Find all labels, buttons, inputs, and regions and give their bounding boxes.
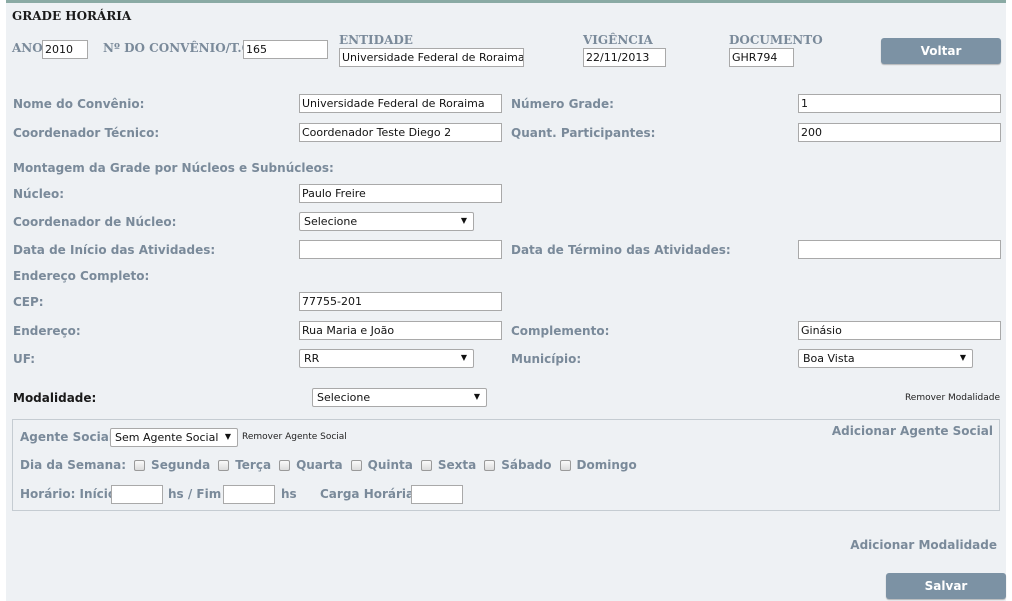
horario-inicio-input[interactable] <box>111 485 163 504</box>
numero-grade-label: Número Grade: <box>511 97 614 111</box>
quant-participantes-label: Quant. Participantes: <box>511 126 656 140</box>
day-sabado[interactable]: Sábado <box>484 458 552 472</box>
coordenador-nucleo-value: Selecione <box>304 215 358 228</box>
checkbox[interactable] <box>420 459 432 471</box>
data-inicio-input[interactable] <box>299 240 502 259</box>
chevron-down-icon: ▼ <box>460 353 467 362</box>
chevron-down-icon: ▼ <box>473 392 480 401</box>
numero-grade-input[interactable]: 1 <box>798 94 1001 113</box>
dia-semana-label: Dia da Semana: <box>20 458 127 472</box>
entidade-input[interactable]: Universidade Federal de Roraima <box>339 48 524 67</box>
chevron-down-icon: ▼ <box>959 353 966 362</box>
remover-agente-social-link[interactable]: Remover Agente Social <box>242 432 347 442</box>
horario-fim-input[interactable] <box>223 485 275 504</box>
nucleo-label: Núcleo: <box>13 187 64 201</box>
data-termino-input[interactable] <box>798 240 1001 259</box>
municipio-value: Boa Vista <box>803 352 855 365</box>
carga-horaria-input[interactable] <box>411 485 463 504</box>
checkbox[interactable] <box>134 459 146 471</box>
day-quarta[interactable]: Quarta <box>279 458 343 472</box>
checkbox[interactable] <box>484 459 496 471</box>
complemento-label: Complemento: <box>511 324 610 338</box>
vigencia-label: VIGÊNCIA <box>583 33 653 47</box>
endereco-label: Endereço: <box>13 324 81 338</box>
quant-participantes-input[interactable]: 200 <box>798 123 1001 142</box>
entidade-label: ENTIDADE <box>339 33 413 47</box>
remover-modalidade-link[interactable]: Remover Modalidade <box>905 393 1000 403</box>
horario-inicio-label: Horário: Início <box>20 487 117 501</box>
modalidade-value: Selecione <box>317 391 371 404</box>
municipio-select[interactable]: Boa Vista ▼ <box>798 349 973 368</box>
page-title: GRADE HORÁRIA <box>12 9 132 23</box>
ano-input[interactable]: 2010 <box>42 40 88 59</box>
voltar-button[interactable]: Voltar <box>881 38 1001 64</box>
hs-fim-label: hs / Fim <box>168 487 222 501</box>
adicionar-agente-social-link[interactable]: Adicionar Agente Social <box>832 424 993 438</box>
convenio-input[interactable]: 165 <box>243 40 328 59</box>
agente-social-box: Agente Social: Sem Agente Social ▼ Remov… <box>12 419 1000 511</box>
modalidade-label: Modalidade: <box>13 391 97 405</box>
chevron-down-icon: ▼ <box>224 432 231 441</box>
uf-label: UF: <box>13 352 36 366</box>
uf-value: RR <box>304 352 320 365</box>
documento-input[interactable]: GHR794 <box>729 48 794 67</box>
nome-convenio-input[interactable]: Universidade Federal de Roraima <box>299 94 502 113</box>
coordenador-nucleo-label: Coordenador de Núcleo: <box>13 215 177 229</box>
agente-social-select[interactable]: Sem Agente Social ▼ <box>110 428 238 447</box>
uf-select[interactable]: RR ▼ <box>299 349 474 368</box>
modalidade-select[interactable]: Selecione ▼ <box>312 388 487 407</box>
vigencia-input[interactable]: 22/11/2013 <box>583 48 666 67</box>
grade-horaria-panel: GRADE HORÁRIA ANO 2010 Nº DO CONVÊNIO/T.… <box>6 0 1006 601</box>
checkbox[interactable] <box>218 459 230 471</box>
endereco-input[interactable]: Rua Maria e João <box>299 321 502 340</box>
checkbox[interactable] <box>279 459 291 471</box>
complemento-input[interactable]: Ginásio <box>798 321 1001 340</box>
checkbox[interactable] <box>559 459 571 471</box>
day-quinta[interactable]: Quinta <box>350 458 413 472</box>
agente-social-value: Sem Agente Social <box>115 431 219 444</box>
day-sexta[interactable]: Sexta <box>420 458 476 472</box>
day-segunda[interactable]: Segunda <box>134 458 210 472</box>
hs-label: hs <box>281 487 297 501</box>
ano-label: ANO <box>12 41 43 55</box>
adicionar-modalidade-link[interactable]: Adicionar Modalidade <box>850 538 997 552</box>
montagem-heading: Montagem da Grade por Núcleos e Subnúcle… <box>13 161 334 175</box>
documento-label: DOCUMENTO <box>729 33 823 47</box>
nucleo-input[interactable]: Paulo Freire <box>299 184 502 203</box>
chevron-down-icon: ▼ <box>460 216 467 225</box>
dia-semana-row: Dia da Semana: Segunda Terça Quarta Quin… <box>20 458 645 472</box>
cep-input[interactable]: 77755-201 <box>299 292 502 311</box>
checkbox[interactable] <box>350 459 362 471</box>
day-terca[interactable]: Terça <box>218 458 271 472</box>
convenio-label: Nº DO CONVÊNIO/T.C. <box>103 41 256 55</box>
salvar-button[interactable]: Salvar <box>886 573 1006 599</box>
cep-label: CEP: <box>13 295 44 309</box>
carga-horaria-label: Carga Horária: <box>320 487 419 501</box>
municipio-label: Município: <box>511 352 582 366</box>
coordenador-nucleo-select[interactable]: Selecione ▼ <box>299 212 474 231</box>
data-termino-label: Data de Término das Atividades: <box>511 243 731 257</box>
nome-convenio-label: Nome do Convênio: <box>13 97 145 111</box>
coordenador-tecnico-input[interactable]: Coordenador Teste Diego 2 <box>299 123 502 142</box>
coordenador-tecnico-label: Coordenador Técnico: <box>13 126 160 140</box>
data-inicio-label: Data de Início das Atividades: <box>13 243 216 257</box>
day-domingo[interactable]: Domingo <box>559 458 637 472</box>
endereco-completo-heading: Endereço Completo: <box>13 269 150 283</box>
agente-social-label: Agente Social: <box>20 430 118 444</box>
